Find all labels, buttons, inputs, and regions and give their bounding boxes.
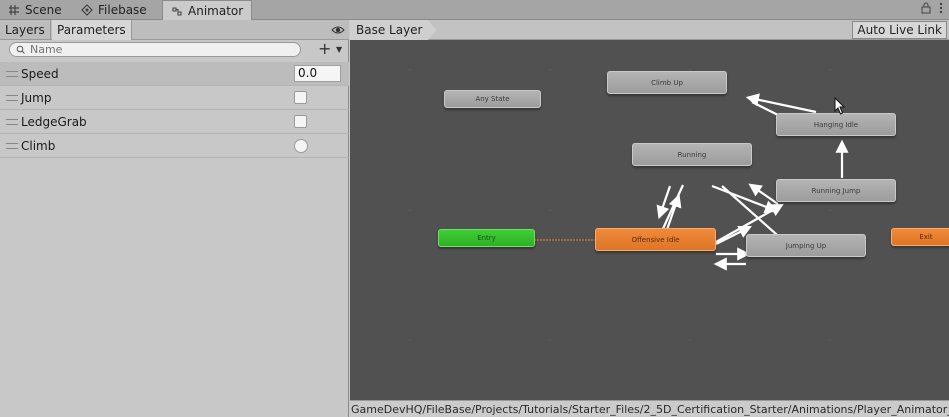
search-icon: [16, 45, 25, 54]
more-icon[interactable]: [939, 2, 943, 14]
transition-running-runjump[interactable]: [711, 184, 779, 213]
status-bar-path: GameDevHQ/FileBase/Projects/Tutorials/St…: [350, 400, 949, 417]
tab-parameters[interactable]: Parameters: [52, 20, 132, 40]
tab-scene-label: Scene: [25, 3, 62, 17]
search-input[interactable]: [30, 43, 290, 56]
parameter-row-ledgegrab[interactable]: LedgeGrab: [0, 110, 349, 134]
tab-scene[interactable]: Scene: [0, 0, 70, 20]
animator-graph[interactable]: Base Layer Auto Live Link Any State Clim…: [350, 20, 949, 400]
tab-filebase-label: Filebase: [98, 3, 147, 17]
transition-canvas: [409, 69, 849, 341]
state-running-jump[interactable]: Running Jump: [776, 179, 896, 202]
panel-subtabs: Layers Parameters: [0, 20, 349, 40]
state-running[interactable]: Running: [632, 143, 752, 166]
transition-running-idle-2[interactable]: [656, 185, 672, 220]
parameters-panel: Layers Parameters + ▼ Speed 0.0 Jump Led…: [0, 20, 349, 417]
drag-handle-icon[interactable]: [6, 94, 18, 101]
bool-checkbox[interactable]: [294, 115, 307, 128]
tab-layers[interactable]: Layers: [0, 20, 51, 40]
tab-animator-label: Animator: [188, 4, 244, 18]
add-parameter-button[interactable]: +: [318, 41, 331, 57]
breadcrumb[interactable]: Base Layer: [350, 20, 437, 40]
mouse-cursor-icon: [834, 97, 846, 115]
window-tab-bar: Scene Filebase Animator: [0, 0, 949, 21]
state-climb-up[interactable]: Climb Up: [607, 71, 727, 94]
parameter-name: LedgeGrab: [21, 114, 87, 129]
search-field[interactable]: [9, 42, 301, 57]
search-row: + ▼: [0, 40, 349, 60]
graph-toolbar: Base Layer Auto Live Link: [350, 20, 949, 40]
float-value-field[interactable]: 0.0: [294, 65, 341, 82]
parameter-row-speed[interactable]: Speed 0.0: [0, 62, 349, 86]
grid-icon: [9, 5, 19, 15]
chevron-down-icon[interactable]: ▼: [336, 45, 342, 54]
parameter-name: Climb: [21, 138, 56, 153]
lock-icon[interactable]: [921, 2, 931, 14]
state-jumping-up[interactable]: Jumping Up: [746, 234, 866, 257]
auto-live-link-button[interactable]: Auto Live Link: [852, 21, 947, 39]
tab-animator[interactable]: Animator: [162, 0, 253, 21]
parameter-row-climb[interactable]: Climb: [0, 134, 349, 158]
parameter-name: Speed: [21, 66, 59, 81]
state-offensive-idle[interactable]: Offensive Idle: [595, 228, 716, 251]
parameter-row-jump[interactable]: Jump: [0, 86, 349, 110]
state-any-state[interactable]: Any State: [444, 90, 541, 108]
drag-handle-icon[interactable]: [6, 118, 18, 125]
bool-checkbox[interactable]: [294, 91, 307, 104]
tab-filebase[interactable]: Filebase: [73, 0, 155, 20]
eye-icon[interactable]: [331, 23, 345, 37]
trigger-radio[interactable]: [294, 139, 308, 153]
state-hanging-idle[interactable]: Hanging Idle: [776, 113, 896, 136]
drag-handle-icon[interactable]: [6, 142, 18, 149]
state-entry[interactable]: Entry: [438, 229, 535, 247]
parameter-name: Jump: [21, 90, 52, 105]
state-exit[interactable]: Exit: [891, 228, 949, 246]
transition-idle-runjump-2[interactable]: [715, 226, 752, 245]
transition-runjump-running[interactable]: [748, 183, 779, 205]
filebase-icon: [81, 4, 93, 16]
drag-handle-icon[interactable]: [6, 70, 18, 77]
parameter-list: Speed 0.0 Jump LedgeGrab Climb: [0, 62, 349, 158]
animator-icon: [172, 7, 182, 16]
